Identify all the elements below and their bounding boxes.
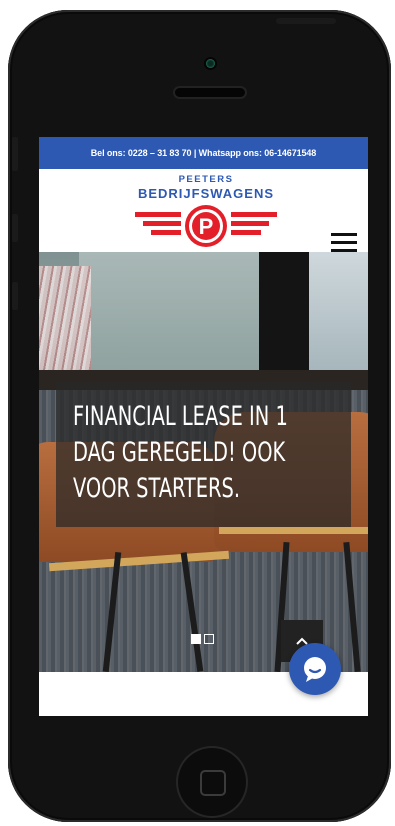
slider-dot-2[interactable]: [204, 634, 214, 644]
hero-background: [79, 252, 269, 372]
earpiece-speaker: [175, 88, 245, 97]
logo-line-1: PEETERS: [178, 174, 234, 185]
site-header: PEETERS BEDRIJFSWAGENS P: [39, 169, 368, 252]
volume-up-button: [12, 214, 18, 242]
hero-caption-box: FINANCIAL LEASE IN 1 DAG GEREGELD! OOK V…: [56, 382, 351, 527]
logo-line-2: BEDRIJFSWAGENS: [137, 186, 275, 201]
hamburger-icon: [331, 233, 357, 236]
site-logo[interactable]: PEETERS BEDRIJFSWAGENS P: [131, 172, 281, 248]
chat-button[interactable]: [289, 643, 341, 695]
slider-dots: [191, 634, 214, 644]
home-button[interactable]: [178, 748, 246, 816]
hero-caption-line: VOOR STARTERS.: [73, 473, 241, 504]
logo-mark-letter: P: [199, 214, 214, 239]
phone-screen: Bel ons: 0228 – 31 83 70 | Whatsapp ons:…: [39, 137, 368, 716]
front-camera: [206, 59, 215, 68]
hero-background-detail: [219, 527, 368, 534]
logo-wing-p-icon: P: [135, 205, 277, 247]
hero-caption-line: DAG GEREGELD! OOK: [73, 437, 286, 468]
slider-dot-1[interactable]: [191, 634, 201, 644]
chat-bubble-icon: [304, 657, 326, 682]
volume-down-button: [12, 282, 18, 310]
power-button: [276, 18, 336, 24]
hero-background-detail: [39, 266, 91, 376]
home-square-icon: [200, 770, 226, 796]
hero-caption-line: FINANCIAL LEASE IN 1: [73, 401, 288, 432]
contact-text[interactable]: Bel ons: 0228 – 31 83 70 | Whatsapp ons:…: [91, 148, 317, 158]
hero-caption: FINANCIAL LEASE IN 1 DAG GEREGELD! OOK V…: [73, 399, 337, 507]
mute-switch: [12, 137, 18, 171]
hero-slider[interactable]: FINANCIAL LEASE IN 1 DAG GEREGELD! OOK V…: [39, 252, 368, 672]
contact-bar: Bel ons: 0228 – 31 83 70 | Whatsapp ons:…: [39, 137, 368, 169]
hamburger-icon-line: [331, 241, 357, 244]
